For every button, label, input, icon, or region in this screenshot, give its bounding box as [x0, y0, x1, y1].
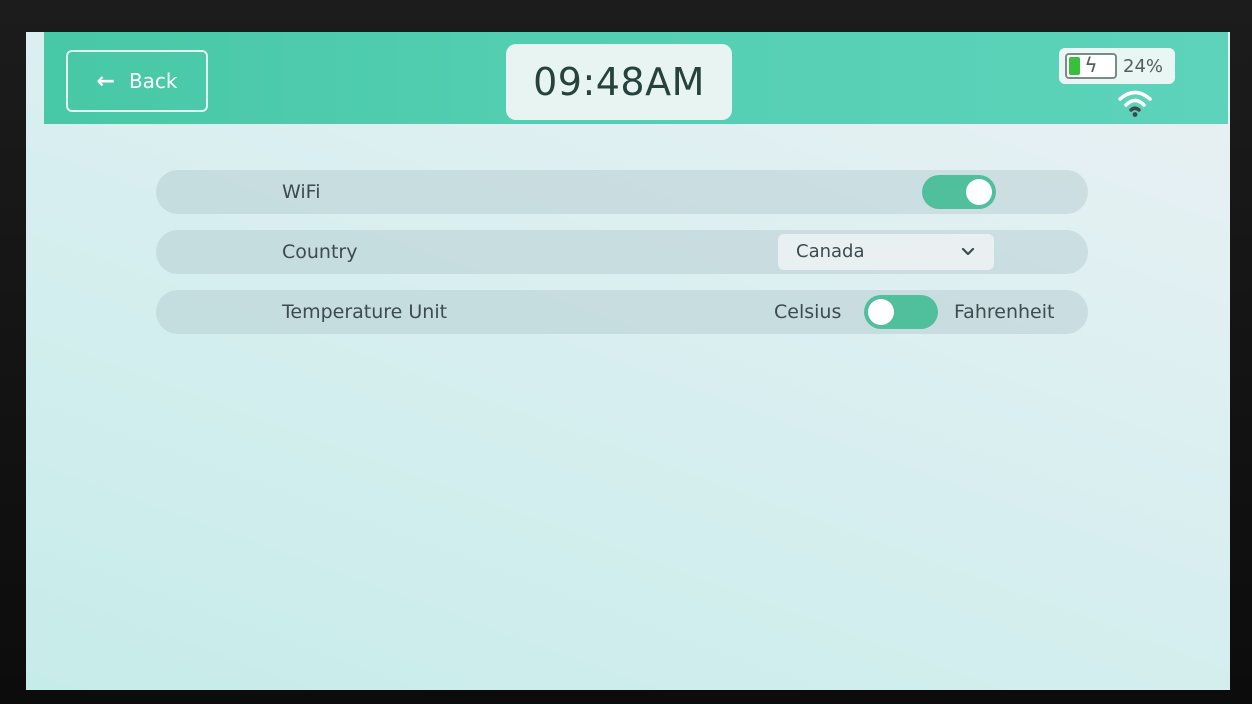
setting-row-temperature-unit: Temperature Unit Celsius Fahrenheit — [156, 290, 1088, 334]
screen: ← Back 09:48AM ϟ 24% WiFi Country Canada… — [26, 32, 1230, 690]
temperature-unit-toggle[interactable] — [864, 295, 938, 329]
wifi-icon — [1118, 90, 1152, 117]
country-value: Canada — [796, 241, 865, 262]
setting-row-wifi: WiFi — [156, 170, 1088, 214]
battery-status: ϟ 24% — [1059, 48, 1175, 84]
header-bar: ← Back 09:48AM ϟ 24% — [44, 32, 1228, 124]
wifi-label: WiFi — [282, 181, 321, 203]
wifi-toggle-knob — [966, 179, 992, 205]
time-text: 09:48AM — [533, 60, 705, 104]
chevron-down-icon — [961, 247, 975, 256]
back-button[interactable]: ← Back — [66, 50, 208, 112]
temperature-toggle-knob — [868, 299, 894, 325]
temperature-unit-label: Temperature Unit — [282, 301, 448, 323]
country-label: Country — [282, 241, 358, 263]
wifi-toggle[interactable] — [922, 175, 996, 209]
country-select[interactable]: Canada — [778, 234, 994, 270]
battery-icon: ϟ — [1065, 53, 1117, 79]
fahrenheit-label[interactable]: Fahrenheit — [954, 290, 1054, 334]
setting-row-country: Country Canada — [156, 230, 1088, 274]
back-label: Back — [128, 69, 178, 93]
celsius-label[interactable]: Celsius — [774, 290, 841, 334]
lightning-icon: ϟ — [1084, 53, 1098, 77]
arrow-left-icon: ← — [96, 68, 115, 94]
clock-display: 09:48AM — [506, 44, 732, 120]
battery-percent: 24% — [1123, 55, 1164, 77]
